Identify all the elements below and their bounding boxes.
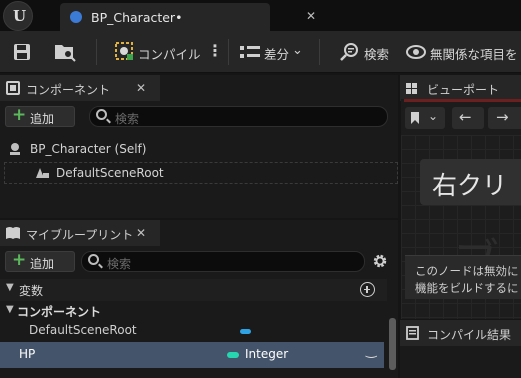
eye-closed-icon[interactable]: ‿ — [366, 344, 376, 359]
add-component-button[interactable]: + 追加 — [5, 105, 75, 127]
title-bar: U BP_Character• ✕ — [0, 0, 521, 31]
book-icon — [6, 227, 20, 239]
hide-unrelated-button[interactable]: 無関係な項目を — [430, 44, 518, 63]
compile-results-icon — [406, 326, 419, 340]
component-search-input[interactable]: 検索 — [89, 106, 388, 127]
variables-category[interactable]: ▼ 変数 — [0, 279, 388, 301]
disabled-node-notice: このノードは無効に 機能をビルドするに — [405, 255, 521, 299]
search-placeholder: 検索 — [115, 112, 140, 126]
actor-icon — [10, 143, 20, 155]
hide-unrelated-icon[interactable] — [405, 43, 427, 61]
add-member-button[interactable]: + 追加 — [5, 250, 75, 272]
collapse-arrow-icon: ▼ — [6, 304, 14, 315]
variable-name: DefaultSceneRoot — [29, 323, 137, 337]
collapse-arrow-icon: ▼ — [6, 282, 14, 293]
compile-button[interactable]: コンパイル — [138, 44, 201, 63]
notice-line-1: このノードは無効に — [415, 264, 519, 278]
diff-icon[interactable] — [239, 44, 261, 60]
bookmark-icon — [411, 112, 419, 124]
variable-type: Integer — [245, 347, 289, 361]
viewport-panel-header: ビューポート — [400, 75, 521, 101]
my-blueprint-panel-title: マイブループリント — [26, 228, 134, 242]
integer-type-pin-icon — [227, 352, 239, 358]
blueprint-icon — [70, 11, 82, 23]
component-type-pin-icon — [240, 329, 251, 334]
member-search-input[interactable]: 検索 — [81, 251, 365, 272]
compile-results-header: コンパイル結果 — [400, 320, 521, 346]
variable-row[interactable]: DefaultSceneRoot — [0, 321, 384, 341]
tree-item-label: DefaultSceneRoot — [56, 166, 164, 180]
forward-button[interactable]: → — [488, 107, 521, 129]
toolbar-separator — [319, 39, 320, 65]
search-icon — [96, 109, 107, 120]
notice-line-2: 機能をビルドするに — [415, 281, 519, 295]
back-button[interactable]: ← — [452, 107, 484, 129]
toolbar: コンパイル ⋮ 差分 ⌄ 検索 無関係な項目を — [0, 31, 521, 73]
viewport-top-bar — [404, 99, 521, 102]
tree-row-default-scene-root[interactable]: DefaultSceneRoot — [4, 162, 398, 184]
browse-content-icon[interactable] — [53, 41, 77, 63]
viewport[interactable]: ⌄ ← → 右クリ ブ このノードは無効に 機能をビルドするに — [401, 99, 521, 319]
bookmark-button[interactable]: ⌄ — [405, 107, 445, 129]
find-icon[interactable] — [339, 41, 361, 63]
toolbar-separator — [228, 39, 229, 65]
find-button[interactable]: 検索 — [364, 44, 389, 63]
components-header: コンポーネント — [17, 305, 102, 319]
search-placeholder: 検索 — [107, 257, 132, 271]
variable-row-selected[interactable]: HP Integer ‿ — [0, 342, 384, 368]
add-label: 追加 — [30, 112, 55, 126]
add-variable-icon[interactable] — [360, 282, 375, 297]
toolbar-separator — [96, 39, 97, 65]
variable-name: HP — [19, 347, 36, 361]
tab-title: BP_Character• — [91, 10, 183, 25]
compile-results-panel: コンパイル結果 — [400, 320, 521, 378]
compile-results-title: コンパイル結果 — [427, 328, 512, 342]
tree-row-self[interactable]: BP_Character (Self) — [0, 140, 398, 158]
close-panel-icon[interactable]: ✕ — [136, 81, 146, 95]
unreal-logo-icon[interactable]: U — [3, 1, 33, 31]
components-panel-title: コンポーネント — [26, 83, 111, 97]
plus-icon: + — [12, 105, 27, 125]
arrow-right-icon: → — [496, 108, 509, 126]
compile-icon[interactable] — [113, 40, 135, 62]
plus-icon: + — [12, 250, 27, 270]
tree-item-label: BP_Character (Self) — [30, 142, 147, 156]
compile-options-icon[interactable]: ⋮ — [207, 41, 223, 60]
gear-icon[interactable] — [371, 252, 389, 270]
chevron-down-icon: ⌄ — [428, 109, 439, 123]
viewport-grid-icon — [406, 83, 417, 94]
overlay-text: 右クリ — [432, 171, 508, 200]
arrow-left-icon: ← — [459, 108, 472, 126]
components-panel-header: コンポーネント ✕ — [0, 75, 160, 101]
search-icon — [88, 254, 99, 265]
chevron-down-icon[interactable]: ⌄ — [292, 43, 303, 58]
variables-header: 変数 — [19, 284, 44, 298]
diff-button[interactable]: 差分 — [264, 44, 289, 63]
close-tab-icon[interactable]: ✕ — [306, 9, 316, 23]
scrollbar-thumb[interactable] — [389, 318, 396, 370]
add-label: 追加 — [30, 257, 55, 271]
node-overlay: 右クリ — [420, 159, 521, 205]
tab-bp-character[interactable]: BP_Character• ✕ — [60, 3, 316, 31]
component-icon — [6, 81, 20, 95]
viewport-panel-title: ビューポート — [427, 83, 500, 97]
close-panel-icon[interactable]: ✕ — [136, 226, 146, 240]
scene-component-icon — [36, 168, 49, 178]
save-icon[interactable] — [12, 42, 32, 62]
my-blueprint-panel-header: マイブループリント ✕ — [0, 220, 160, 246]
components-category[interactable]: ▼ コンポーネント — [0, 302, 388, 321]
